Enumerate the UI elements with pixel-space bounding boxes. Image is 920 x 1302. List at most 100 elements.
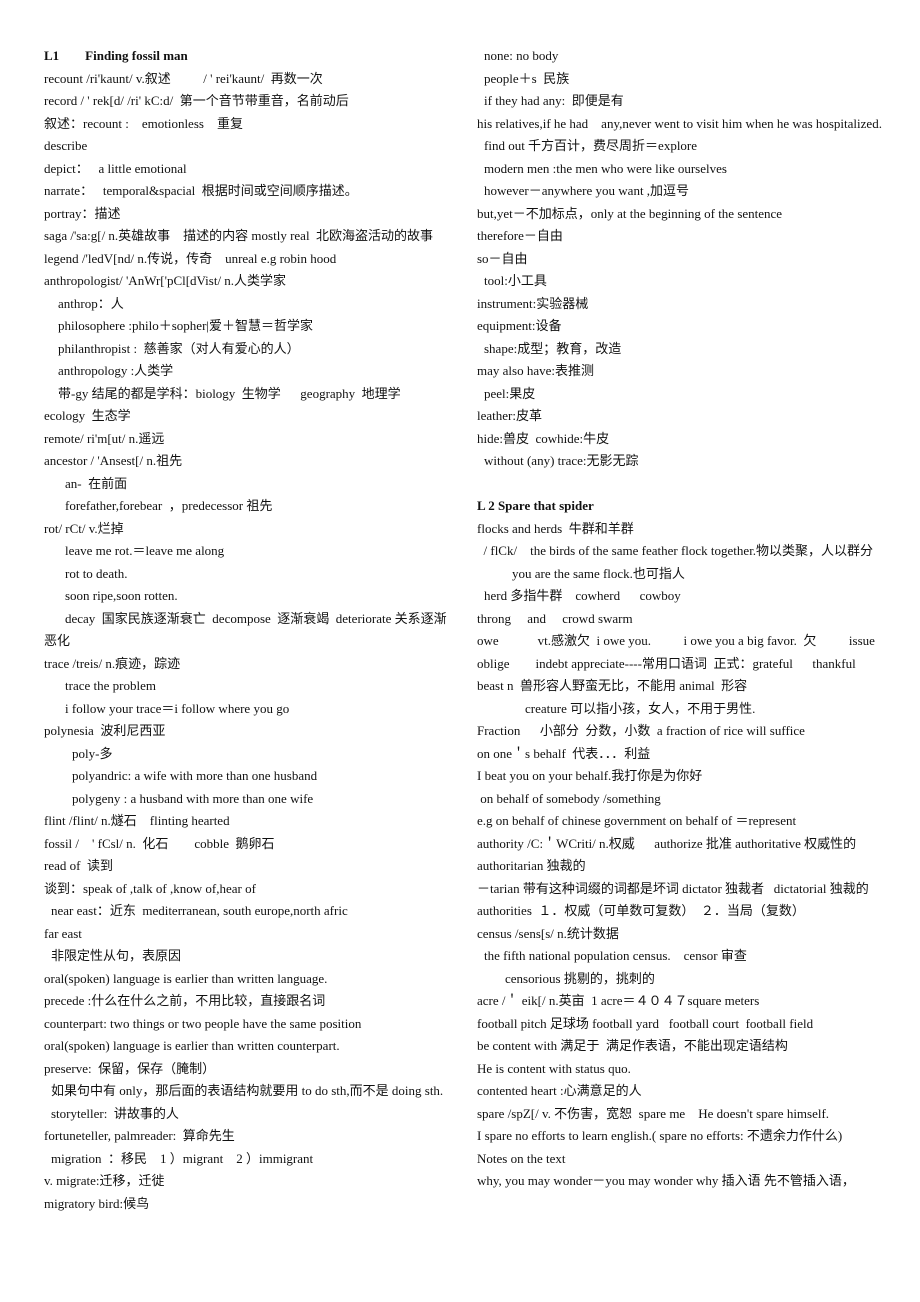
note-line: 如果句中有 only，那后面的表语结构就要用 to do sth,而不是 doi… bbox=[51, 1083, 444, 1098]
note-line: near east：近东 mediterranean, south europe… bbox=[51, 903, 348, 918]
note-line: the fifth national population census. ce… bbox=[484, 948, 747, 963]
note-line: people＋s 民族 bbox=[484, 70, 570, 86]
note-line: record / ' rek[d/ /ri' kC:d/ 第一个音节带重音，名前… bbox=[44, 93, 349, 108]
note-line: i follow your trace＝i follow where you g… bbox=[65, 700, 290, 716]
note-line: on behalf of somebody /something bbox=[477, 790, 661, 806]
note-line: therefore－自由 bbox=[477, 228, 563, 243]
note-line: trace /treis/ n.痕迹，踪迹 bbox=[44, 655, 181, 671]
note-line: storyteller: 讲故事的人 bbox=[51, 1105, 179, 1121]
note-line: soon ripe,soon rotten. bbox=[65, 588, 178, 603]
note-line: authority /C:＇WCriti/ n.权威 authorize 批准 … bbox=[477, 835, 860, 874]
note-line: He is content with status quo. bbox=[477, 1060, 631, 1076]
note-line: decay 国家民族逐渐衰亡 decompose 逐渐衰竭 deteriorat… bbox=[44, 610, 447, 649]
note-line: 非限定性从句，表原因 bbox=[51, 948, 182, 963]
note-line: fossil / ' fCsl/ n. 化石 cobble 鹅卵石 bbox=[44, 835, 275, 851]
note-line: oral(spoken) language is earlier than wr… bbox=[44, 1038, 340, 1053]
note-line: so－自由 bbox=[477, 250, 528, 266]
note-line: football pitch 足球场 football yard footbal… bbox=[477, 1015, 814, 1031]
note-line: throng and crowd swarm bbox=[477, 610, 633, 626]
note-line: precede :什么在什么之前，不用比较，直接跟名词 bbox=[44, 993, 326, 1008]
right-column: none: no body people＋s 民族 if they had any:… bbox=[477, 45, 905, 1193]
note-line: rot to death. bbox=[65, 565, 128, 581]
note-line: equipment:设备 bbox=[477, 318, 562, 333]
note-line: be content with 满足于 满足作表语，不能出现定语结构 bbox=[477, 1038, 788, 1053]
note-line: anthropologist/ 'AnWr['pCl[dVist/ n.人类学家 bbox=[44, 273, 287, 288]
note-line: migration ：移民 1 ）migrant 2 ）immigrant bbox=[51, 1150, 314, 1166]
note-line: leave me rot.＝leave me along bbox=[65, 543, 225, 558]
note-line: on one＇s behalf 代表．．．利益 bbox=[477, 745, 651, 761]
note-line: saga /'sa:g[/ n.英雄故事 描述的内容 mostly real 北… bbox=[44, 228, 434, 243]
note-line: counterpart: two things or two people ha… bbox=[44, 1015, 362, 1031]
lesson-heading: L1 Finding fossil man bbox=[44, 48, 188, 63]
note-line: anthrop：人 bbox=[58, 295, 124, 311]
note-line: oblige indebt appreciate----常用口语词 正式：gra… bbox=[477, 655, 856, 671]
note-line: an- 在前面 bbox=[65, 475, 128, 491]
note-line: but,yet－不加标点，only at the beginning of th… bbox=[477, 205, 783, 221]
note-line: census /sens[s/ n.统计数据 bbox=[477, 925, 619, 941]
note-line: find out 千方百计，费尽周折＝explore bbox=[484, 138, 698, 153]
note-line: without (any) trace:无影无踪 bbox=[484, 453, 639, 468]
note-line: polyandric: a wife with more than one hu… bbox=[72, 768, 318, 783]
note-line: however－anywhere you want ,加逗号 bbox=[484, 183, 690, 198]
note-line: v. migrate:迁移，迁徙 bbox=[44, 1173, 165, 1188]
note-line: peel:果皮 bbox=[484, 385, 536, 401]
note-line: rot/ rCt/ v.烂掉 bbox=[44, 520, 124, 536]
note-line: far east bbox=[44, 925, 82, 941]
note-line: I beat you on your behalf.我打你是为你好 bbox=[477, 768, 703, 783]
left-column: L1 Finding fossil man recount /ri'kaunt/ … bbox=[44, 45, 454, 1215]
note-line: hide:兽皮 cowhide:牛皮 bbox=[477, 430, 610, 446]
note-line: remote/ ri'm[ut/ n.遥远 bbox=[44, 430, 165, 446]
note-line: read of 读到 bbox=[44, 858, 113, 873]
note-line: e.g on behalf of chinese government on b… bbox=[477, 813, 797, 828]
note-line: preserve: 保留，保存（腌制） bbox=[44, 1060, 216, 1076]
note-line: I spare no efforts to learn english.( sp… bbox=[477, 1128, 843, 1143]
note-line: Notes on the text bbox=[477, 1150, 566, 1166]
note-line: migratory bird:候鸟 bbox=[44, 1195, 150, 1211]
note-line: polynesia 波利尼西亚 bbox=[44, 723, 166, 738]
note-line: tool:小工具 bbox=[484, 273, 547, 288]
lesson-heading: L 2 Spare that spider bbox=[477, 498, 594, 513]
note-line: ecology 生态学 bbox=[44, 408, 131, 423]
note-line: beast n 兽形容人野蛮无比，不能用 animal 形容 bbox=[477, 678, 748, 693]
note-line: poly-多 bbox=[72, 745, 113, 761]
note-line: spare /spZ[/ v. 不伤害，宽恕 spare me He doesn… bbox=[477, 1105, 830, 1121]
note-line: authorities １．权威（可单数可复数） ２．当局（复数） bbox=[477, 903, 805, 918]
note-line: narrate： temporal&spacial 根据时间或空间顺序描述。 bbox=[44, 183, 358, 198]
note-line: anthropology :人类学 bbox=[58, 363, 174, 378]
note-line: trace the problem bbox=[65, 678, 156, 693]
note-line: his relatives,if he had any,never went t… bbox=[477, 115, 882, 131]
note-line: forefather,forebear ，predecessor 祖先 bbox=[65, 498, 273, 513]
note-line: philanthropist : 慈善家（对人有爱心的人） bbox=[58, 340, 300, 356]
note-line: describe bbox=[44, 138, 88, 153]
note-line: －tarian 带有这种词缀的词都是坏词 dictator 独裁者 dictat… bbox=[477, 880, 869, 896]
note-line: philosophere :philo＋sopher|爱＋智慧＝哲学家 bbox=[58, 318, 313, 333]
note-line: depict： a little emotional bbox=[44, 160, 187, 176]
note-line: recount /ri'kaunt/ v.叙述 / ' rei'kaunt/ 再… bbox=[44, 70, 323, 86]
note-line: / flCk/ the birds of the same feather fl… bbox=[477, 543, 874, 558]
note-line: shape:成型；教育，改造 bbox=[484, 340, 622, 356]
note-line: flocks and herds 牛群和羊群 bbox=[477, 520, 634, 536]
note-line: if they had any: 即便是有 bbox=[484, 93, 624, 108]
note-line: censorious 挑剔的，挑刺的 bbox=[505, 970, 655, 986]
note-line: may also have:表推测 bbox=[477, 363, 594, 378]
note-line: fortuneteller, palmreader: 算命先生 bbox=[44, 1128, 235, 1143]
note-line: oral(spoken) language is earlier than wr… bbox=[44, 970, 328, 986]
note-line: herd 多指牛群 cowherd cowboy bbox=[484, 588, 681, 603]
note-line: acre /＇ eik[/ n.英亩 1 acre＝４０４７square met… bbox=[477, 993, 760, 1008]
note-line: flint /flint/ n.燧石 flinting hearted bbox=[44, 813, 230, 828]
note-line: Fraction 小部分 分数，小数 a fraction of rice wi… bbox=[477, 723, 805, 738]
note-line: 谈到：speak of ,talk of ,know of,hear of bbox=[44, 880, 256, 896]
note-line: legend /'ledV[nd/ n.传说，传奇 unreal e.g rob… bbox=[44, 250, 337, 266]
note-line: leather:皮革 bbox=[477, 408, 542, 423]
note-line: 叙述：recount : emotionless 重复 bbox=[44, 115, 243, 131]
note-line: instrument:实验器械 bbox=[477, 295, 589, 311]
note-line: creature 可以指小孩，女人，不用于男性. bbox=[525, 700, 756, 716]
note-line: you are the same flock.也可指人 bbox=[512, 565, 685, 581]
note-line: portray：描述 bbox=[44, 205, 121, 221]
note-line: none: no body bbox=[484, 48, 559, 63]
note-line: 带-gy 结尾的都是学科：biology 生物学 geography 地理学 bbox=[58, 385, 401, 401]
note-line: modern men :the men who were like oursel… bbox=[484, 160, 727, 176]
note-line: owe vt.感激欠 i owe you. i owe you a big fa… bbox=[477, 633, 875, 648]
note-line: contented heart :心满意足的人 bbox=[477, 1083, 642, 1098]
note-line: why, you may wonder－you may wonder why 插… bbox=[477, 1173, 855, 1188]
